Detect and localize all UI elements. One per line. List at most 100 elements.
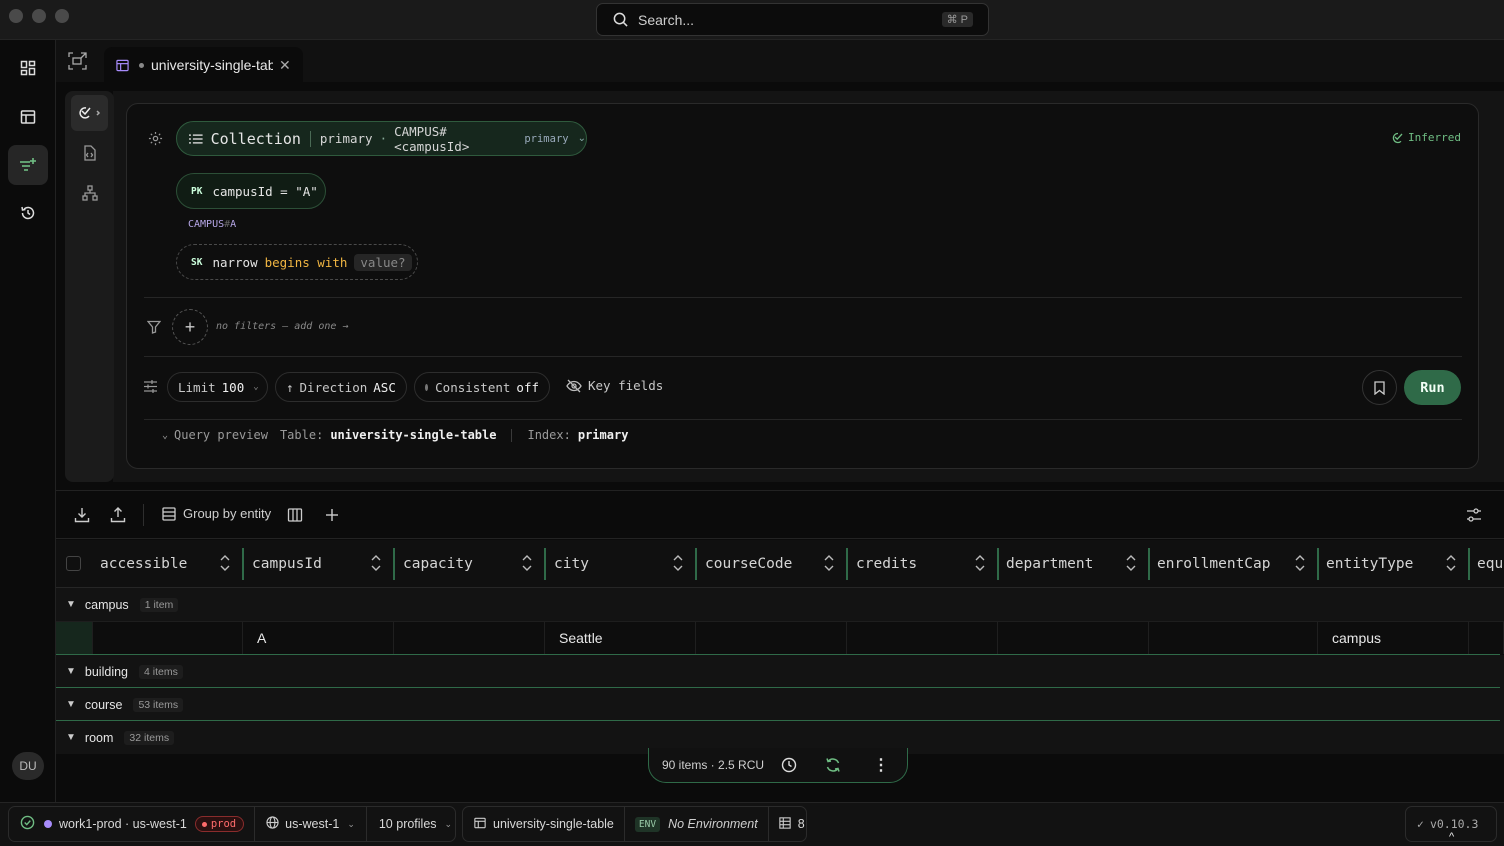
minimize-window-button[interactable] xyxy=(32,9,46,23)
bookmark-icon xyxy=(1374,380,1385,395)
row-select-cell[interactable] xyxy=(56,622,93,654)
cell-capacity[interactable] xyxy=(394,622,545,654)
cell-equ[interactable] xyxy=(1469,622,1504,654)
column-edge xyxy=(695,548,697,580)
close-tab-icon[interactable]: ✕ xyxy=(279,57,291,74)
cell-department[interactable] xyxy=(998,622,1149,654)
pk-expression: campusId = "A" xyxy=(212,183,318,199)
maximize-window-button[interactable] xyxy=(55,9,69,23)
column-header-city[interactable]: city xyxy=(544,540,695,588)
cell-campusId[interactable]: A xyxy=(243,622,394,654)
direction-toggle[interactable]: ↑ Direction ASC xyxy=(275,372,407,402)
sort-icon[interactable] xyxy=(220,554,230,576)
search-shortcut: ⌘ P xyxy=(941,12,973,27)
group-row-course[interactable]: ▼ course 53 items xyxy=(56,688,1504,721)
sort-key-condition[interactable]: SK narrow begins with value? xyxy=(176,244,418,280)
no-filters-hint[interactable]: no filters — add one → xyxy=(216,321,348,332)
column-header-accessible[interactable]: accessible xyxy=(56,540,242,588)
sort-icon[interactable] xyxy=(673,554,683,576)
column-edge xyxy=(846,548,848,580)
cell-enrollmentCap[interactable] xyxy=(1149,622,1318,654)
save-query-button[interactable] xyxy=(1362,370,1397,405)
grid-icon xyxy=(20,60,36,76)
close-window-button[interactable] xyxy=(9,9,23,23)
chevron-up-icon[interactable]: ^ xyxy=(1449,831,1454,843)
columns-icon[interactable] xyxy=(285,505,305,525)
table-row[interactable]: A Seattle campus xyxy=(56,621,1504,654)
dashboard-nav-button[interactable] xyxy=(8,48,48,88)
partition-key-condition[interactable]: PK campusId = "A" xyxy=(176,173,326,209)
footer-table-name[interactable]: university-single-table xyxy=(493,817,614,831)
list-icon xyxy=(189,133,203,144)
sort-icon[interactable] xyxy=(1126,554,1136,576)
settings-gear-icon[interactable] xyxy=(148,131,163,149)
column-header-campusId[interactable]: campusId xyxy=(242,540,393,588)
query-mode-toolbar xyxy=(65,91,114,482)
tab-university-single-table[interactable]: university-single-table ✕ xyxy=(104,47,303,83)
view-settings-icon[interactable] xyxy=(1464,505,1484,525)
consistent-value: off xyxy=(516,379,539,395)
limit-selector[interactable]: Limit 100 ⌄ xyxy=(167,372,268,402)
run-button[interactable]: Run xyxy=(1404,370,1461,405)
key-fields-toggle[interactable]: Key fields xyxy=(566,378,663,393)
cell-entityType[interactable]: campus xyxy=(1318,622,1469,654)
footer-separator xyxy=(254,807,256,841)
column-header-department[interactable]: department xyxy=(997,540,1148,588)
column-header-capacity[interactable]: capacity xyxy=(393,540,544,588)
pk-badge: PK xyxy=(191,185,203,197)
group-by-label: Group by entity xyxy=(183,506,272,521)
cell-courseCode[interactable] xyxy=(696,622,847,654)
visual-builder-mode-button[interactable] xyxy=(71,95,108,131)
clock-icon[interactable] xyxy=(781,757,797,776)
sort-icon[interactable] xyxy=(371,554,381,576)
query-preview[interactable]: ⌄ Query preview Table: university-single… xyxy=(162,428,628,442)
sort-icon[interactable] xyxy=(824,554,834,576)
column-edge xyxy=(1468,548,1470,580)
more-options-icon[interactable]: ⋮ xyxy=(873,755,889,775)
group-by-entity-toggle[interactable]: Group by entity xyxy=(162,506,271,521)
sort-icon[interactable] xyxy=(522,554,532,576)
tables-nav-button[interactable] xyxy=(8,97,48,137)
add-column-icon[interactable] xyxy=(322,505,342,525)
user-avatar[interactable]: DU xyxy=(12,752,44,780)
column-header-equ[interactable]: equ xyxy=(1468,540,1504,588)
sort-icon[interactable] xyxy=(975,554,985,576)
collection-selector[interactable]: Collection primary · CAMPUS#<campusId> p… xyxy=(176,121,587,156)
query-nav-button[interactable] xyxy=(8,145,48,185)
group-row-campus[interactable]: ▼ campus 1 item xyxy=(56,588,1504,621)
column-header-courseCode[interactable]: courseCode xyxy=(695,540,846,588)
select-all-checkbox[interactable] xyxy=(66,556,81,571)
chevron-down-icon: ⌄ xyxy=(347,818,355,829)
region-selector[interactable]: us-west-1 xyxy=(285,817,339,831)
cell-city[interactable]: Seattle xyxy=(545,622,696,654)
code-mode-button[interactable] xyxy=(71,135,108,171)
history-nav-button[interactable] xyxy=(8,193,48,233)
chevron-down-icon: ▼ xyxy=(66,732,76,743)
add-filter-button[interactable]: + xyxy=(172,309,208,345)
structure-mode-button[interactable] xyxy=(71,175,108,211)
connection-name[interactable]: work1-prod · us-west-1 xyxy=(59,817,187,831)
collection-label: Collection xyxy=(210,129,301,148)
column-header-credits[interactable]: credits xyxy=(846,540,997,588)
environment-selector[interactable]: No Environment xyxy=(668,817,758,831)
group-count: 4 items xyxy=(139,664,183,679)
column-header-entityType[interactable]: entityType xyxy=(1317,540,1468,588)
cell-credits[interactable] xyxy=(847,622,998,654)
group-row-building[interactable]: ▼ building 4 items xyxy=(56,655,1504,688)
filter-icon xyxy=(146,320,162,337)
download-icon[interactable] xyxy=(72,505,92,525)
sk-value-input[interactable]: value? xyxy=(354,253,412,271)
global-search[interactable]: Search... ⌘ P xyxy=(596,3,989,36)
group-count: 1 item xyxy=(139,597,179,612)
scan-icon[interactable] xyxy=(68,52,87,73)
group-count: 53 items xyxy=(133,697,184,712)
column-header-enrollmentCap[interactable]: enrollmentCap xyxy=(1148,540,1317,588)
sort-icon[interactable] xyxy=(1295,554,1305,576)
sort-icon[interactable] xyxy=(1446,554,1456,576)
cell-accessible[interactable] xyxy=(93,622,243,654)
upload-icon[interactable] xyxy=(108,505,128,525)
profiles-selector[interactable]: 10 profiles xyxy=(379,817,437,831)
consistent-read-toggle[interactable]: Consistent off xyxy=(414,372,550,402)
refresh-icon[interactable] xyxy=(825,757,841,776)
sk-operator[interactable]: begins with xyxy=(265,255,348,270)
